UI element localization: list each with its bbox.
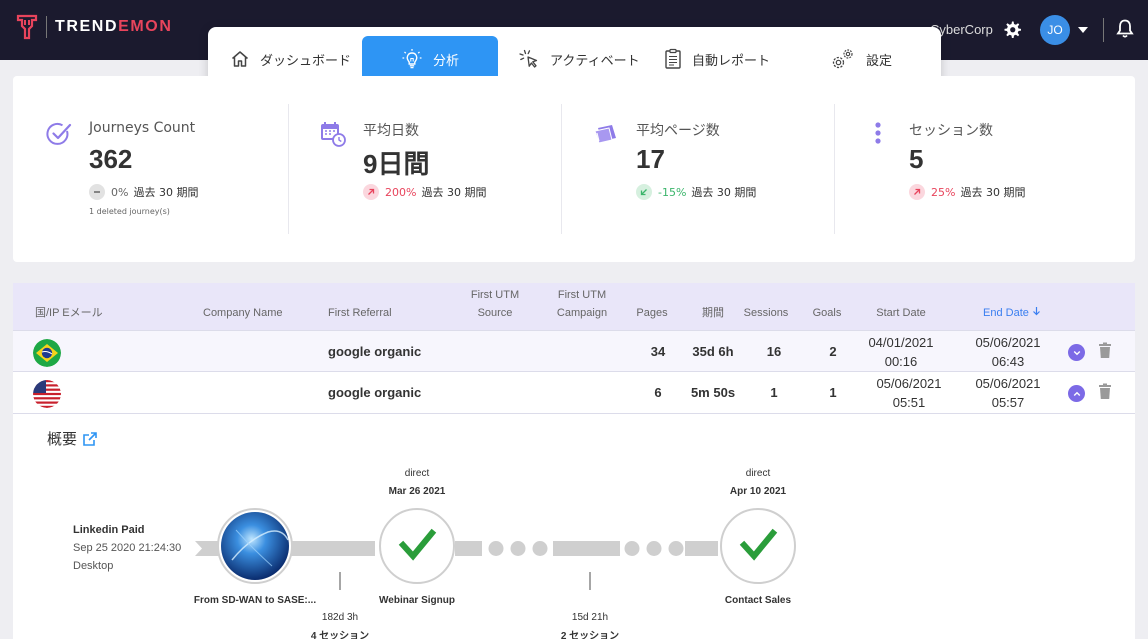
goal-checkmark-node[interactable] <box>720 508 796 584</box>
gap-sessions: 2 セッション <box>560 631 620 639</box>
node-date: Mar 26 2021 <box>388 486 446 497</box>
node-label: From SD-WAN to SASE:... <box>193 595 317 606</box>
node-date: Apr 10 2021 <box>729 486 787 497</box>
gap-duration: 182d 3h <box>321 612 359 623</box>
node-source: direct <box>404 468 430 479</box>
gap-duration: 15d 21h <box>571 612 609 623</box>
node-label: Webinar Signup <box>379 595 455 606</box>
content-thumbnail-node[interactable] <box>217 508 293 584</box>
node-label: Contact Sales <box>724 595 792 606</box>
goal-checkmark-node[interactable] <box>379 508 455 584</box>
journey-path <box>195 508 796 590</box>
gap-sessions: 4 セッション <box>310 631 370 639</box>
node-source: direct <box>745 468 771 479</box>
